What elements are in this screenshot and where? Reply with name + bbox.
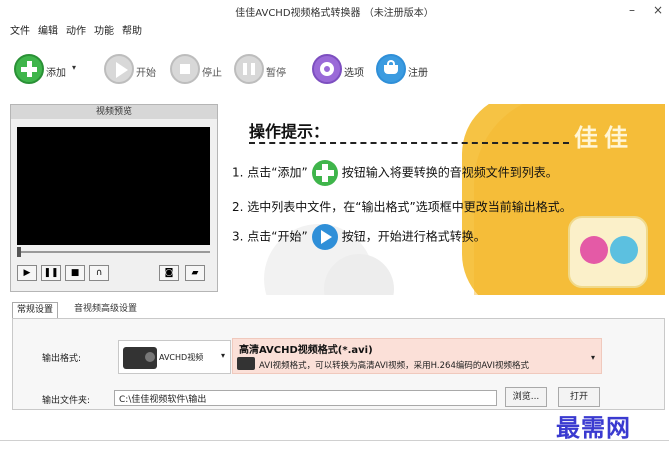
seek-thumb[interactable] [17,247,21,257]
video-preview-panel: 视频预览 ▶ ❚❚ ■ ∩ ◙ ▰ [10,104,218,292]
watermark: 最需网 [556,413,631,442]
start-label: 开始 [136,68,156,79]
camcorder-icon [123,347,157,369]
menu-function[interactable]: 功能 [94,22,114,37]
add-label: 添加 [46,68,66,79]
play-icon: ▶ [23,268,31,278]
tips-panel: 佳佳 操作提示： 1. 点击“添加” 按钮输入将要转换的音视频文件到列表。 2. … [224,104,665,295]
brand-logo-text: 佳佳 [574,124,634,152]
tab-general-settings[interactable]: 常规设置 [12,302,59,318]
pause-label: 暂停 [266,68,286,79]
open-button[interactable]: 打开 [558,387,600,407]
tip-3-text-end: 按钮，开始进行格式转换。 [341,229,486,244]
tip-1-text: 1. 点击“添加” [232,165,308,180]
tips-title: 操作提示： [249,122,330,141]
format-category-value: AVCHD视频 [159,353,204,362]
play-icon [104,54,134,84]
pause-icon [234,54,264,84]
output-folder-input[interactable] [114,390,497,406]
menu-edit[interactable]: 编辑 [38,22,58,37]
chevron-down-icon: ▾ [591,353,596,362]
gear-icon [312,54,342,84]
folder-button[interactable]: ▰ [185,265,205,281]
output-folder-label: 输出文件夹: [42,396,91,406]
format-detail-select[interactable]: 高清AVCHD视频格式(*.avi) AVI视频格式，可以转换为高清AVI视频，… [232,338,602,374]
add-icon [14,54,44,84]
output-format-label: 输出格式: [42,354,82,364]
stop-preview-button[interactable]: ■ [65,265,85,281]
preview-header: 视频预览 [11,105,217,119]
tip-3-text: 3. 点击“开始” [232,229,308,244]
pause-icon: ❚❚ [43,268,59,278]
headphones-icon: ∩ [95,268,103,278]
tip-line-3: 3. 点击“开始” 按钮，开始进行格式转换。 [232,224,486,250]
options-label: 选项 [344,68,364,79]
menu-file[interactable]: 文件 [10,22,30,37]
camera-icon: ◙ [164,268,174,278]
stop-label: 停止 [202,68,222,79]
menu-help[interactable]: 帮助 [122,22,142,37]
pause-preview-button[interactable]: ❚❚ [41,265,61,281]
format-name: 高清AVCHD视频格式(*.avi) [239,345,373,356]
chevron-down-icon[interactable]: ▾ [72,63,76,72]
close-button[interactable]: × [650,2,666,18]
bottom-border [0,440,669,441]
settings-tabs: 常规设置 音视频高级设置 [12,302,665,318]
audio-button[interactable]: ∩ [89,265,109,281]
folder-icon: ▰ [191,268,199,278]
window-title: 佳佳AVCHD视频格式转换器 （未注册版本） [235,8,434,19]
chevron-down-icon: ▾ [221,351,226,360]
tip-line-2: 2. 选中列表中文件，在“输出格式”选项框中更改当前输出格式。 [232,200,572,214]
camcorder-icon [237,357,255,370]
play-button[interactable]: ▶ [17,265,37,281]
tip-1-text-end: 按钮输入将要转换的音视频文件到列表。 [341,165,558,180]
minimize-button[interactable]: – [624,2,640,18]
tip-line-1: 1. 点击“添加” 按钮输入将要转换的音视频文件到列表。 [232,160,558,186]
menu-action[interactable]: 动作 [66,22,86,37]
seek-bar[interactable] [17,251,210,253]
snapshot-button[interactable]: ◙ [159,265,179,281]
register-label: 注册 [408,68,428,79]
basket-icon [376,54,406,84]
tab-av-advanced-settings[interactable]: 音视频高级设置 [70,302,141,318]
mascot-icon [568,216,648,288]
add-icon [311,160,338,186]
format-description: AVI视频格式，可以转换为高清AVI视频，采用H.264编码的AVI视频格式 [259,361,529,371]
format-category-select[interactable]: AVCHD视频 ▾ [118,340,231,374]
stop-icon [170,54,200,84]
browse-button[interactable]: 浏览... [505,387,547,407]
stop-icon: ■ [70,268,80,278]
play-icon [311,224,338,250]
video-screen [17,127,210,245]
tips-divider [249,142,569,144]
